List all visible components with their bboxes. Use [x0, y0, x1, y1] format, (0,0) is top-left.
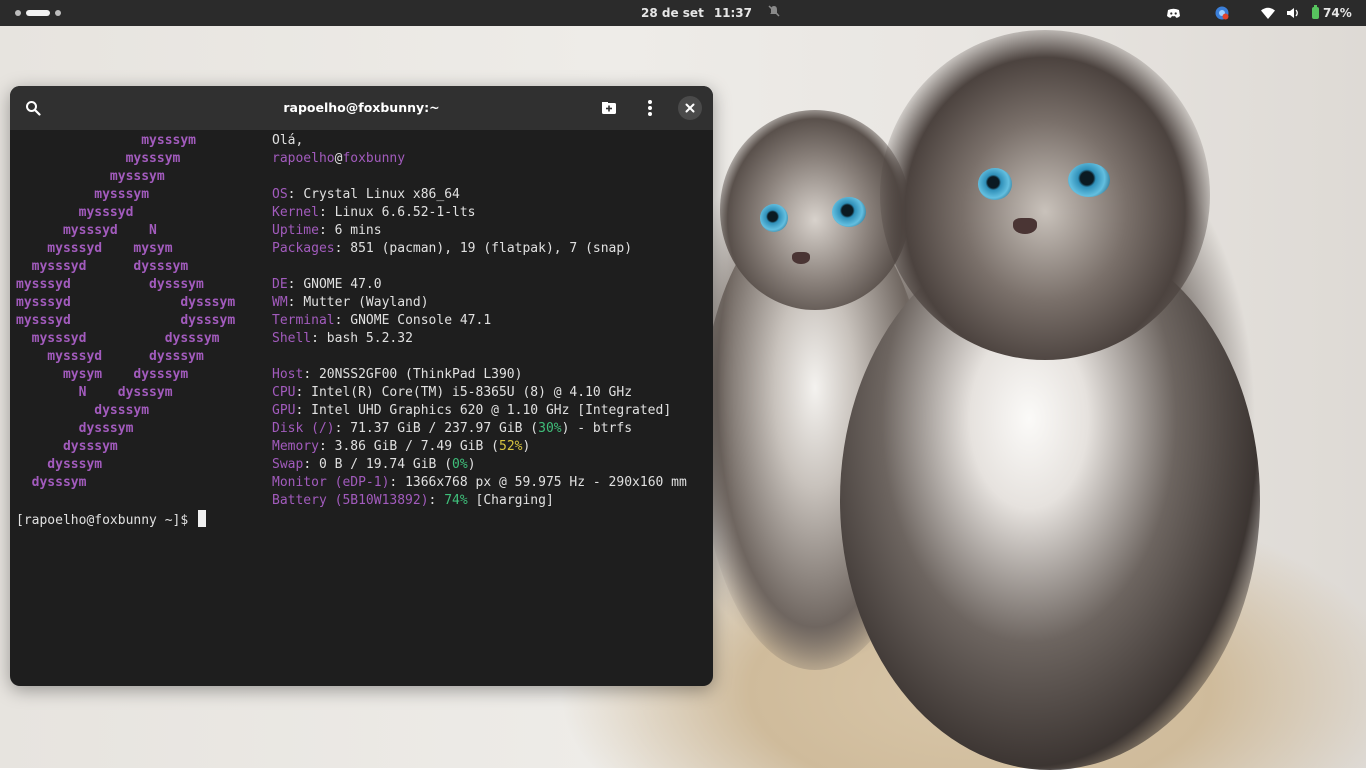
- logo-line: mysssyd dysssym: [16, 259, 189, 274]
- terminal-output[interactable]: mysssym mysssym mysssym mysssym mysssyd …: [10, 130, 713, 686]
- kitten-eye: [978, 168, 1012, 200]
- shell-prompt[interactable]: [rapoelho@foxbunny ~]$: [16, 510, 207, 528]
- user-host: rapoelho@foxbunny: [272, 150, 405, 168]
- logo-line: mysssym: [16, 133, 197, 148]
- info-memory: Memory: 3.86 GiB / 7.49 GiB (52%): [272, 439, 531, 454]
- volume-icon[interactable]: [1285, 5, 1301, 21]
- logo-line: mysssyd dysssym: [16, 331, 220, 346]
- logo-line: mysssym: [16, 187, 150, 202]
- logo-line: mysssym: [16, 169, 165, 184]
- close-button[interactable]: [678, 96, 702, 120]
- new-tab-icon: [602, 102, 616, 114]
- info-terminal: Terminal: GNOME Console 47.1: [272, 313, 492, 328]
- kitten-nose: [1013, 218, 1037, 234]
- logo-line: N dysssym: [16, 385, 173, 400]
- logo-line: mysssyd dysssym: [16, 313, 236, 328]
- info-gpu: GPU: Intel UHD Graphics 620 @ 1.10 GHz […: [272, 403, 672, 418]
- menu-button[interactable]: [636, 94, 664, 122]
- kitten-eye: [832, 197, 866, 227]
- top-bar: 28 de set 11:37 74%: [0, 0, 1366, 26]
- info-packages: Packages: 851 (pacman), 19 (flatpak), 7 …: [272, 241, 633, 256]
- logo-line: mysym dysssym: [16, 367, 189, 382]
- logo-line: mysssyd N: [16, 223, 157, 238]
- info-uptime: Uptime: 6 mins: [272, 223, 382, 238]
- kitten-eye: [760, 204, 788, 232]
- info-disk: Disk (/): 71.37 GiB / 237.97 GiB (30%) -…: [272, 421, 633, 436]
- user-name: rapoelho: [272, 151, 335, 166]
- greeting: Olá,: [272, 133, 304, 148]
- info-monitor: Monitor (eDP-1): 1366x768 px @ 59.975 Hz…: [272, 475, 687, 490]
- logo-line: mysssym: [16, 151, 181, 166]
- clock[interactable]: 28 de set 11:37: [641, 0, 780, 26]
- browser-icon[interactable]: [1214, 5, 1230, 21]
- more-options-icon: [648, 98, 652, 118]
- battery-icon: [1312, 5, 1319, 19]
- clock-time: 11:37: [713, 6, 753, 20]
- new-tab-button[interactable]: [595, 94, 623, 122]
- info-battery: Battery (5B10W13892): 74% [Charging]: [272, 493, 554, 508]
- clock-date: 28 de set: [641, 6, 704, 20]
- notifications-muted-icon: [768, 0, 780, 26]
- logo-line: dysssym: [16, 457, 103, 472]
- logo-line: mysssyd: [16, 205, 134, 220]
- info-wm: WM: Mutter (Wayland): [272, 295, 429, 310]
- wifi-icon[interactable]: [1260, 5, 1276, 21]
- text-cursor: [198, 510, 207, 527]
- battery-percent: 74%: [1323, 6, 1352, 20]
- logo-line: dysssym: [16, 421, 134, 436]
- kitten-nose: [792, 252, 810, 264]
- workspace-indicator[interactable]: [15, 10, 21, 16]
- close-icon: [685, 103, 695, 113]
- battery-status[interactable]: 74%: [1312, 0, 1352, 26]
- info-de: DE: GNOME 47.0: [272, 277, 382, 292]
- workspace-indicator-active[interactable]: [26, 10, 50, 16]
- logo-line: mysssyd mysym: [16, 241, 173, 256]
- workspace-indicator[interactable]: [55, 10, 61, 16]
- prompt-text: [rapoelho@foxbunny ~]$: [16, 513, 189, 528]
- logo-line: mysssyd dysssym: [16, 277, 204, 292]
- host-name: foxbunny: [342, 151, 406, 166]
- logo-line: mysssyd dysssym: [16, 349, 204, 364]
- info-swap: Swap: 0 B / 19.74 GiB (0%): [272, 457, 476, 472]
- terminal-header-bar[interactable]: rapoelho@foxbunny:~: [10, 86, 713, 130]
- discord-icon[interactable]: [1165, 5, 1181, 21]
- logo-line: dysssym: [16, 439, 118, 454]
- info-os: OS: Crystal Linux x86_64: [272, 187, 460, 202]
- info-kernel: Kernel: Linux 6.6.52-1-lts: [272, 205, 476, 220]
- logo-line: mysssyd dysssym: [16, 295, 236, 310]
- info-host: Host: 20NSS2GF00 (ThinkPad L390): [272, 367, 523, 382]
- info-cpu: CPU: Intel(R) Core(TM) i5-8365U (8) @ 4.…: [272, 385, 633, 400]
- kitten-eye: [1068, 163, 1110, 197]
- logo-line: dysssym: [16, 403, 150, 418]
- terminal-window[interactable]: rapoelho@foxbunny:~ mysssym mysssym myss…: [10, 86, 713, 686]
- info-shell: Shell: bash 5.2.32: [272, 331, 413, 346]
- kitten-right-head: [880, 30, 1210, 360]
- logo-line: dysssym: [16, 475, 87, 490]
